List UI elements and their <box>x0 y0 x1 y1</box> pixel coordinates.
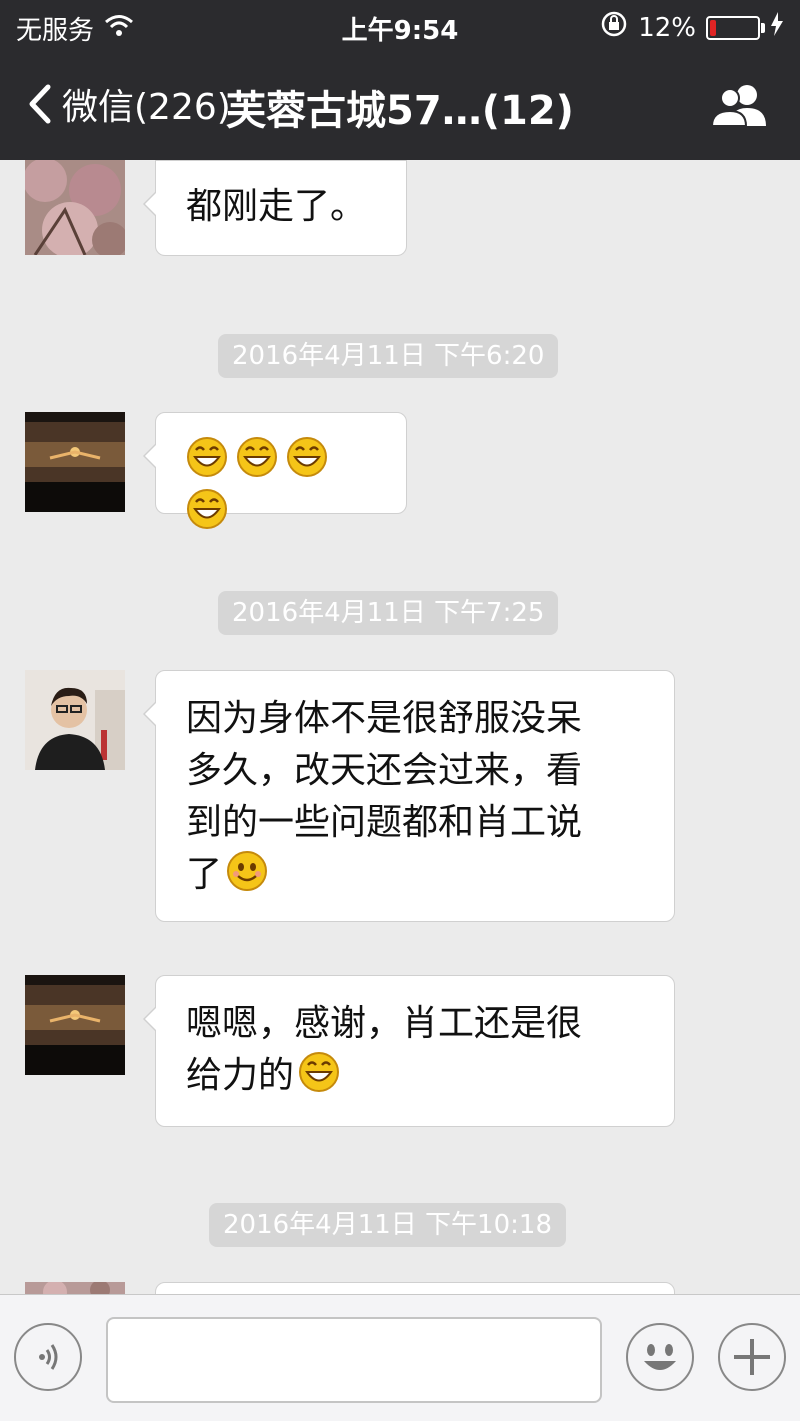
message-line: 到的一些问题都和肖工说 <box>186 802 583 843</box>
status-bar: 无服务 上午9:54 12% <box>0 0 800 52</box>
chat-area[interactable]: 都刚走了。 2016年4月11日 下午6:20 2016年4月11日 下午7:2… <box>0 160 800 1294</box>
smile-emoji-icon <box>226 850 268 892</box>
message-bubble[interactable]: 嗯嗯，感谢，肖工还是很 给力的 <box>143 975 675 1127</box>
avatar-sunset[interactable] <box>25 975 125 1075</box>
message-bubble[interactable] <box>143 412 407 529</box>
nav-bar: 微信(226) 芙蓉古城57…(12) <box>0 60 800 150</box>
message-input[interactable] <box>106 1317 602 1403</box>
message-line: 了 <box>186 854 223 895</box>
voice-icon <box>39 1344 58 1370</box>
smiley-icon <box>644 1344 676 1370</box>
input-bar <box>0 1294 800 1421</box>
message-bubble[interactable] <box>155 1282 675 1294</box>
message-last-line: 了 <box>186 849 644 901</box>
avatar-man[interactable] <box>25 670 125 770</box>
avatar-blossom[interactable] <box>25 1282 125 1294</box>
message-line: 嗯嗯，感谢，肖工还是很 <box>186 1003 583 1044</box>
timestamp: 2016年4月11日 下午6:20 <box>218 334 559 378</box>
voice-button[interactable] <box>14 1323 82 1391</box>
avatar-blossom[interactable] <box>25 160 125 260</box>
charging-icon <box>770 12 784 43</box>
message-text: 都刚走了。 <box>186 186 367 227</box>
message-line: 因为身体不是很舒服没呆 <box>186 698 583 739</box>
status-right: 12% <box>600 10 784 45</box>
rotation-lock-icon <box>600 10 628 45</box>
top-bar: 无服务 上午9:54 12% 微信(226) 芙蓉古城57…(12) <box>0 0 800 160</box>
plus-icon <box>734 1339 770 1375</box>
message-bubble[interactable]: 都刚走了。 <box>143 160 407 256</box>
emoji-button[interactable] <box>626 1323 694 1391</box>
message-last-line: 给力的 <box>186 1050 644 1102</box>
battery-icon <box>706 15 765 40</box>
timestamp: 2016年4月11日 下午7:25 <box>218 591 559 635</box>
battery-percent: 12% <box>638 12 696 43</box>
chat-title: 芙蓉古城57…(12) <box>226 88 574 134</box>
message-line: 多久，改天还会过来，看 <box>186 750 583 791</box>
message-line: 给力的 <box>186 1055 295 1096</box>
timestamp: 2016年4月11日 下午10:18 <box>209 1203 566 1247</box>
grin-emoji-icon <box>236 436 278 478</box>
battery-fill <box>710 19 716 36</box>
grin-emoji-icon <box>298 1051 340 1093</box>
grin-emoji-icon <box>186 436 228 478</box>
more-button[interactable] <box>718 1323 786 1391</box>
grin-emoji-icon <box>186 488 228 530</box>
grin-emoji-icon <box>286 436 328 478</box>
message-bubble[interactable]: 因为身体不是很舒服没呆 多久，改天还会过来，看 到的一些问题都和肖工说 了 <box>143 670 675 922</box>
group-members-icon[interactable] <box>710 82 768 128</box>
avatar-sunset[interactable] <box>25 412 125 512</box>
